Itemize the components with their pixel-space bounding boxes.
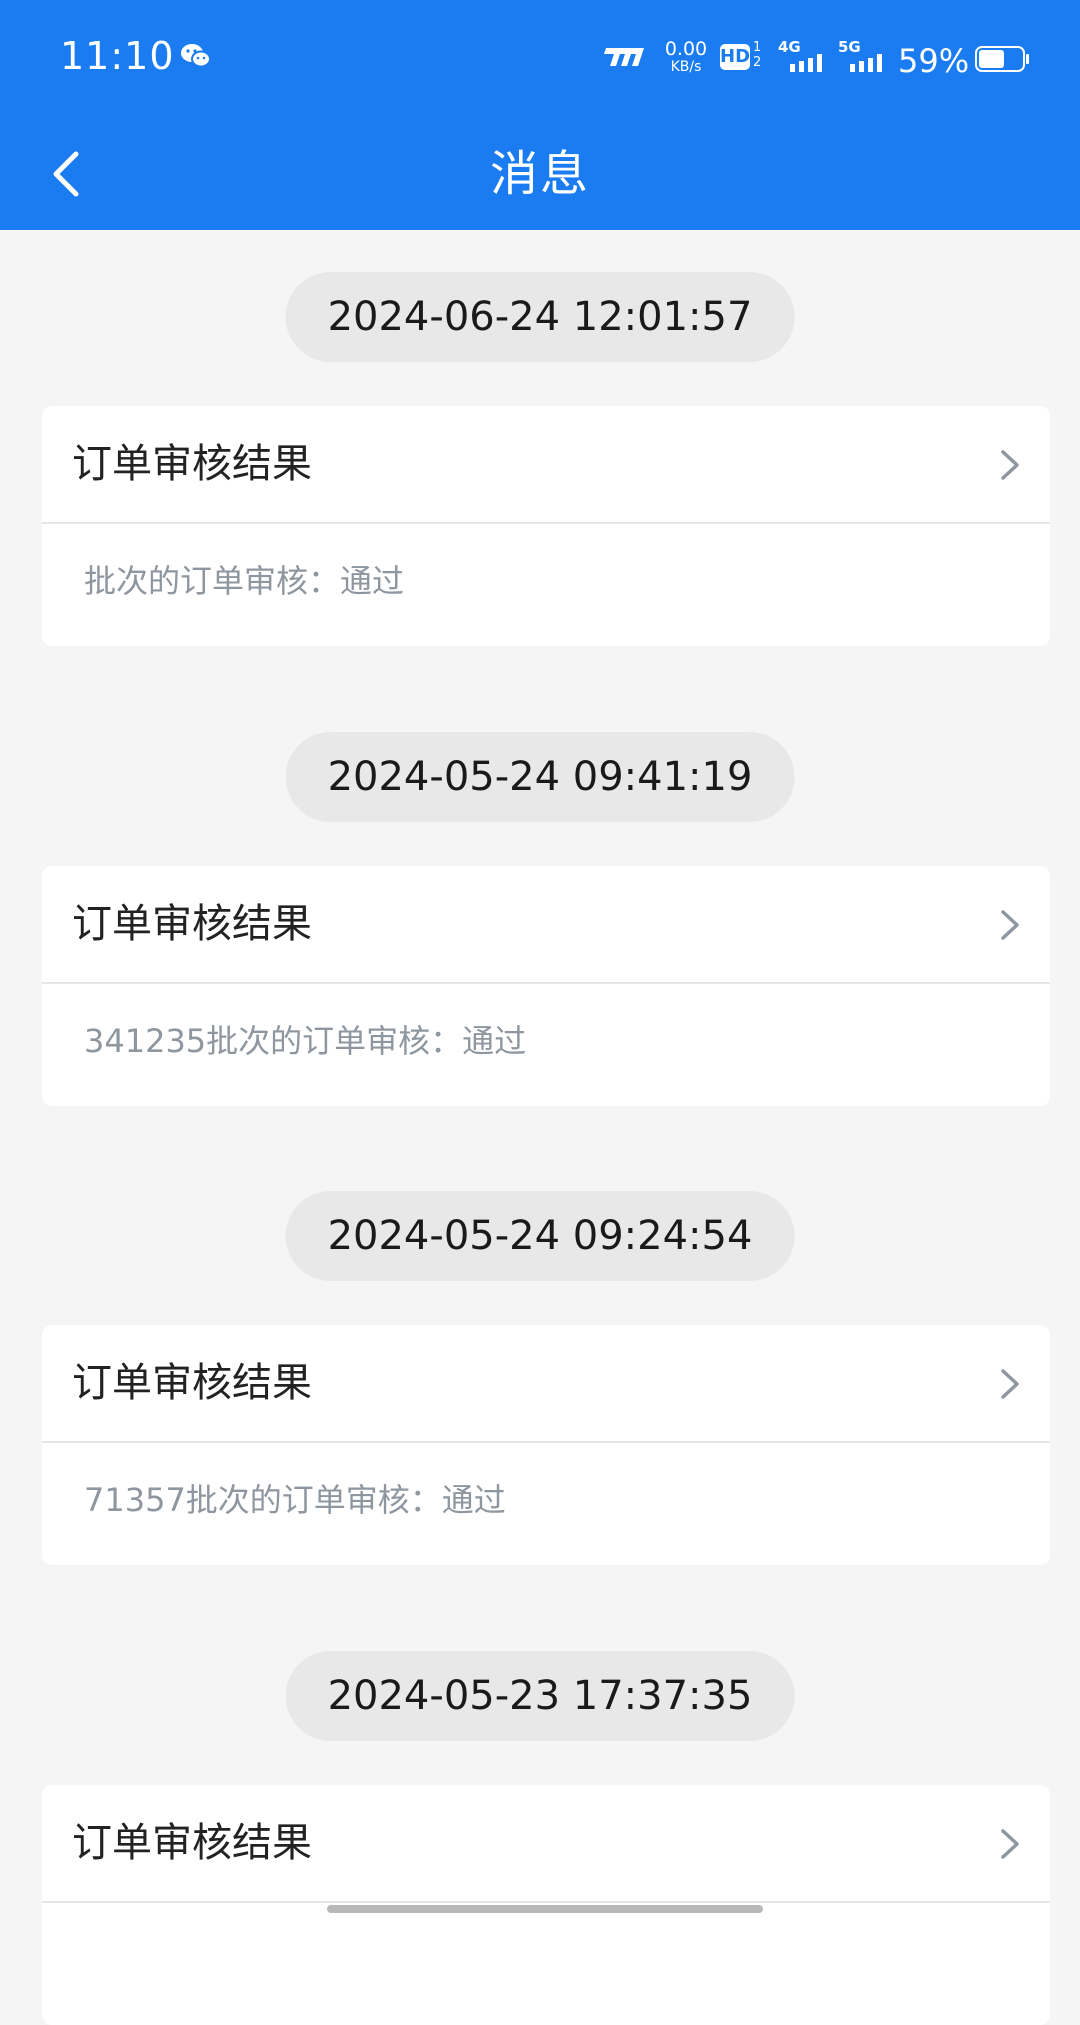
status-bar: 11:10 0.00 KB/s HD 12 4G 5G 59% — [0, 0, 1080, 116]
signal-bars-icon — [790, 54, 822, 72]
card-body: 批次的订单审核：通过 — [84, 562, 405, 600]
signal-logo-icon — [604, 48, 644, 66]
battery-icon — [975, 46, 1029, 72]
message-card[interactable]: 订单审核结果 341235批次的订单审核：通过 — [42, 866, 1050, 1106]
wechat-icon — [181, 44, 211, 68]
hd-sim-numbers: 12 — [753, 40, 762, 70]
card-title: 订单审核结果 — [72, 901, 312, 947]
network-speed-value: 0.00 — [664, 38, 708, 60]
message-timestamp: 2024-05-24 09:24:54 — [285, 1191, 795, 1281]
network-speed-unit: KB/s — [670, 59, 702, 75]
card-title: 订单审核结果 — [72, 441, 312, 487]
nav-bar: 消息 — [0, 116, 1080, 230]
sim1-signal: 4G — [778, 38, 828, 74]
chevron-right-icon — [1001, 910, 1019, 940]
network-speed: 0.00 KB/s — [662, 38, 710, 76]
card-body: 341235批次的订单审核：通过 — [84, 1022, 527, 1060]
card-title: 订单审核结果 — [72, 1360, 312, 1406]
card-header: 订单审核结果 — [42, 866, 1050, 984]
sim2-signal: 5G — [838, 38, 888, 74]
chevron-right-icon — [1001, 1829, 1019, 1859]
home-indicator[interactable] — [327, 1905, 763, 1913]
status-time: 11:10 — [60, 34, 175, 78]
chevron-right-icon — [1001, 1369, 1019, 1399]
message-card[interactable]: 订单审核结果 71357批次的订单审核：通过 — [42, 1325, 1050, 1565]
message-timestamp: 2024-05-24 09:41:19 — [285, 732, 795, 822]
card-title: 订单审核结果 — [72, 1820, 312, 1866]
signal-bars-icon — [850, 54, 882, 72]
hd-label: HD — [720, 44, 750, 70]
card-header: 订单审核结果 — [42, 1785, 1050, 1903]
battery-percent: 59% — [898, 42, 970, 80]
message-card[interactable]: 订单审核结果 批次的订单审核：通过 — [42, 406, 1050, 646]
hd-voice-indicator: HD 12 — [720, 40, 768, 74]
card-header: 订单审核结果 — [42, 1325, 1050, 1443]
message-timestamp: 2024-06-24 12:01:57 — [285, 272, 795, 362]
status-icons: 0.00 KB/s HD 12 4G 5G 59% — [600, 34, 1030, 84]
message-timestamp: 2024-05-23 17:37:35 — [285, 1651, 795, 1741]
card-body: 71357批次的订单审核：通过 — [84, 1481, 506, 1519]
page-title: 消息 — [489, 146, 590, 202]
chevron-right-icon — [1001, 450, 1019, 480]
card-header: 订单审核结果 — [42, 406, 1050, 524]
